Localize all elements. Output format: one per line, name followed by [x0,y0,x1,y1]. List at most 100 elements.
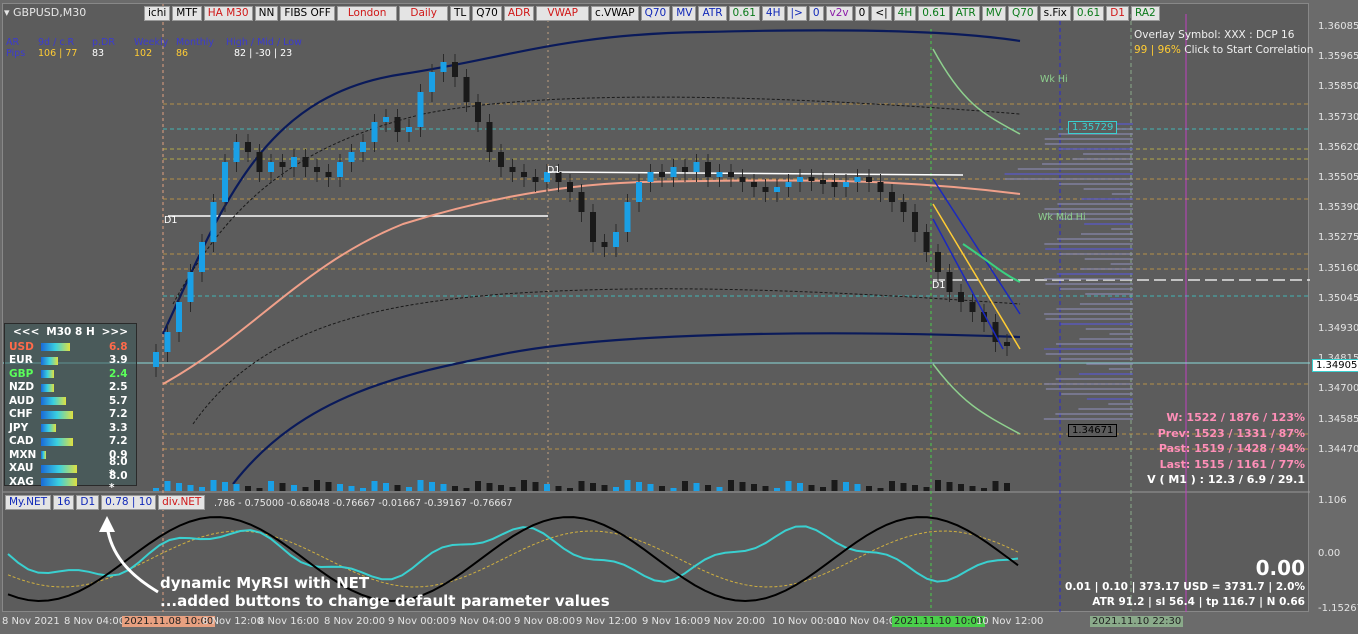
currency-row-cad[interactable]: CAD 7.2 [5,435,136,449]
rsi-button-16[interactable]: 16 [53,495,75,510]
volume-bar [820,487,826,491]
volume-bar [199,487,205,491]
currency-row-nzd[interactable]: NZD 2.5 [5,381,136,395]
rsi-button-my-net[interactable]: My.NET [5,495,52,510]
next-timeframe-button[interactable]: >>> [102,326,128,338]
toolbar-button-mv[interactable]: MV [672,6,697,21]
currency-code: XAU [9,462,34,475]
toolbar-button-q70[interactable]: Q70 [640,6,671,21]
volume-bar [521,480,527,491]
wk-hi-line [932,48,1021,135]
currency-row-usd[interactable]: USD 6.8 [5,340,136,354]
currency-code: CHF [9,408,33,421]
candle-body [452,62,458,77]
currency-row-jpy[interactable]: JPY 3.3 [5,421,136,435]
candle-body [222,162,228,202]
volume-bar [555,486,562,491]
candle-body [302,157,309,167]
toolbar-button-ichi[interactable]: ichi [144,6,171,21]
toolbar-button--[interactable]: <| [871,6,892,21]
currency-row-xag[interactable]: XAG 8.0 * [5,470,136,494]
correlation-text[interactable]: 99 | 96% Click to Start Correlation [1134,43,1313,58]
toolbar-button--[interactable]: |> [786,6,807,21]
candle-body [406,127,412,132]
rsi-button-div-net[interactable]: div.NET [158,495,206,510]
prev-timeframe-button[interactable]: <<< [13,326,39,338]
toolbar-button-0[interactable]: 0 [854,6,870,21]
volume-bar [601,485,608,491]
toolbar-button-adr[interactable]: ADR [503,6,535,21]
toolbar-button-tl[interactable]: TL [449,6,471,21]
rsi-button-d1[interactable]: D1 [76,495,100,510]
toolbar-button-atr[interactable]: ATR [951,6,980,21]
stats-past: Past: 1519 / 1428 / 94% [1158,442,1305,455]
volume-bar [831,480,838,491]
correlation-link[interactable]: Click to Start Correlation [1181,44,1313,56]
dropdown-triangle-icon[interactable]: ▾ [4,6,13,19]
toolbar-button-0-61[interactable]: 0.61 [918,6,950,21]
candle-body [866,177,872,182]
toolbar-button-mv[interactable]: MV [981,6,1006,21]
toolbar-button-0[interactable]: 0 [808,6,824,21]
overlay-info[interactable]: Overlay Symbol: XXX : DCP 16 99 | 96% Cl… [1134,28,1313,58]
toolbar-button-atr[interactable]: ATR [698,6,727,21]
volume-bar [314,480,320,491]
currency-row-gbp[interactable]: GBP 2.4 [5,367,136,381]
rsi-button-0-78-10[interactable]: 0.78 | 10 [101,495,157,510]
volume-bar [728,480,734,491]
position-calc-row2: ATR 91.2 | sl 56.4 | tp 116.7 | N 0.66 [1092,596,1305,608]
volume-bar [877,488,884,491]
toolbar-button-s-fix[interactable]: s.Fix [1039,6,1071,21]
rsi-axis-tick: 0.00 [1318,548,1341,559]
candle-body [360,142,366,152]
toolbar-button-q70[interactable]: Q70 [1007,6,1038,21]
currency-row-aud[interactable]: AUD 5.7 [5,394,136,408]
chart-canvas[interactable] [3,4,1310,613]
toolbar-button-d1[interactable]: D1 [1106,6,1129,21]
candle-body [728,172,734,177]
candle-body [958,292,964,302]
volume-bar [659,486,665,491]
toolbar-button-mtf[interactable]: MTF [172,6,202,21]
currency-row-chf[interactable]: CHF 7.2 [5,408,136,422]
pips-values-row: Pips 106 | 77 83 102 86 82 | -30 | 23 [6,48,302,59]
candle-body [659,172,665,177]
strength-value: 8.0 * [109,470,136,494]
toolbar-button-fibs-off[interactable]: FIBS OFF [280,6,335,21]
strength-number: 7.2 [109,435,128,448]
strength-bar [41,370,54,378]
toolbar-button-v2v[interactable]: v2v [825,6,853,21]
toolbar-button-4h[interactable]: 4H [761,6,785,21]
candle-body [521,172,527,177]
pips-value-weekly: 102 [134,48,153,59]
toolbar-button-daily[interactable]: Daily [399,6,448,21]
toolbar-button-4h[interactable]: 4H [893,6,917,21]
d1-label-right: D1 [932,280,946,291]
strength-bar [41,356,58,365]
currency-panel-header: <<< M30 8 H >>> [5,324,136,340]
volume-bar [233,484,240,491]
currency-code: JPY [9,421,29,434]
candle-body [233,142,240,162]
toolbar-button-vwap[interactable]: VWAP [536,6,589,21]
d1-line [547,171,964,176]
toolbar-button-nn[interactable]: NN [254,6,279,21]
toolbar-button-ha-m30[interactable]: HA M30 [203,6,253,21]
volume-bar [716,487,723,491]
volume-bar [797,483,803,491]
toolbar-button-london[interactable]: London [336,6,398,21]
rsi-values-text: .786 - 0.75000 -0.68048 -0.76667 -0.0166… [214,498,513,509]
toolbar-button-c-vwap[interactable]: c.VWAP [590,6,639,21]
pips-value-pdr: 83 [92,48,105,59]
toolbar-button-0-61[interactable]: 0.61 [1072,6,1105,21]
toolbar-button-0-61[interactable]: 0.61 [728,6,760,21]
toolbar-button-q70[interactable]: Q70 [472,6,502,21]
candle-body [176,302,182,332]
vwap-line [162,179,1021,385]
strength-number: 8.0 [109,456,128,469]
volume-bar [785,481,792,491]
price-chart[interactable] [2,3,1310,613]
toolbar-button-ra2[interactable]: RA2 [1130,6,1160,21]
candle-body [624,202,631,232]
currency-row-eur[interactable]: EUR 3.9 [5,354,136,368]
